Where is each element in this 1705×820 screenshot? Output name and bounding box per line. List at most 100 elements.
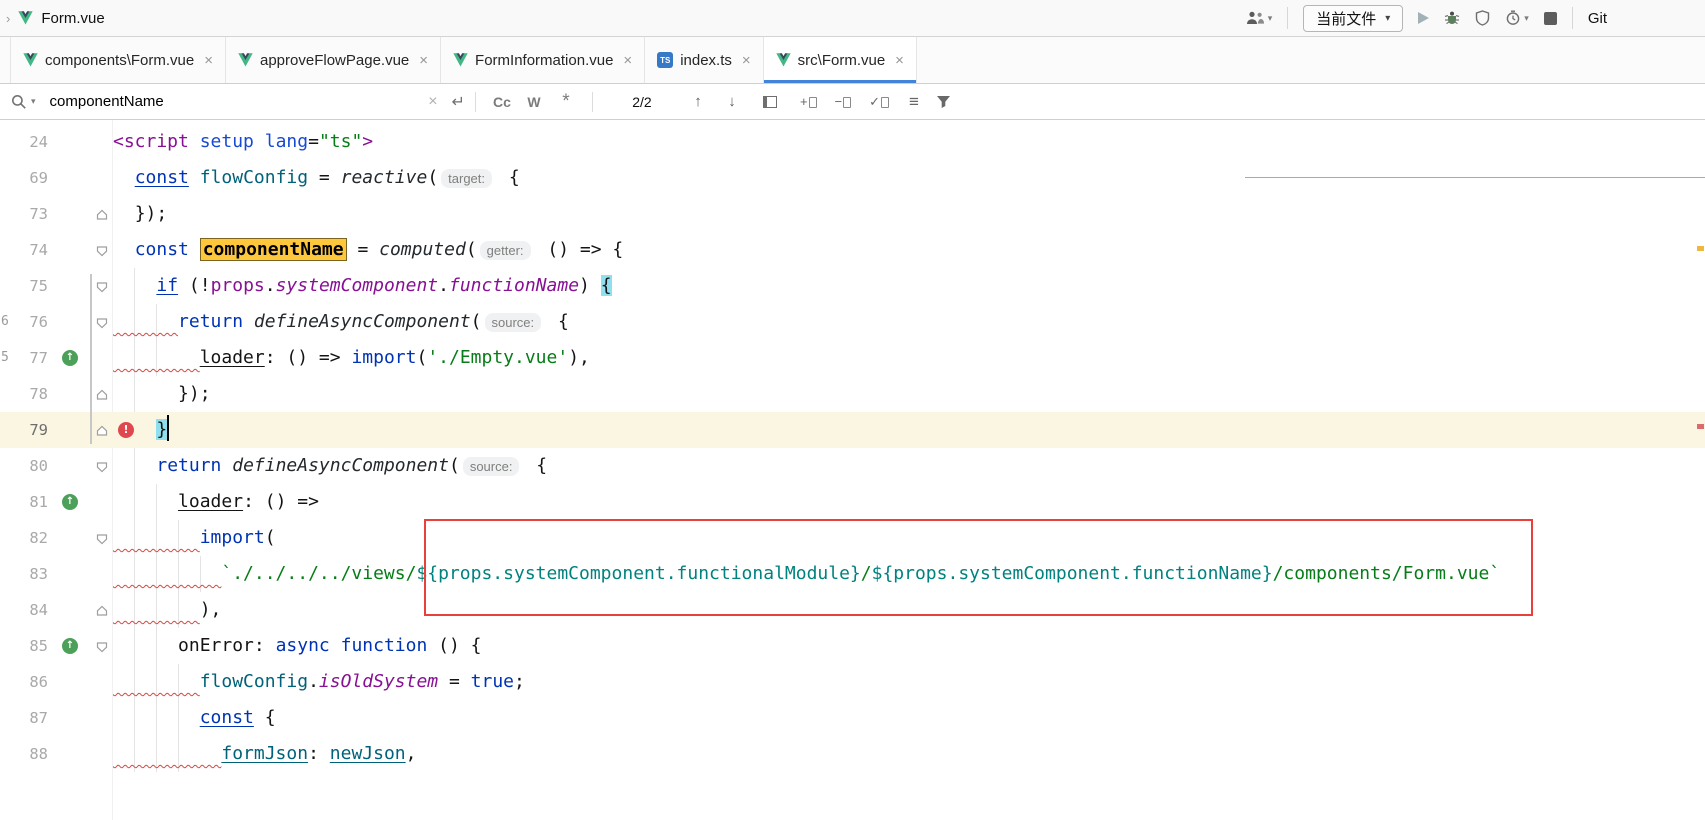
vue-file-icon [453,53,468,67]
tab-components-Form.vue[interactable]: components\Form.vue× [10,37,226,83]
line-number[interactable]: 88 [0,736,48,772]
tab-FormInformation.vue[interactable]: FormInformation.vue× [441,37,645,83]
debug-button[interactable] [1444,10,1460,26]
breadcrumb-file[interactable]: Form.vue [41,10,104,27]
fold-marker-icon[interactable] [96,424,108,436]
git-menu[interactable]: Git [1588,10,1607,27]
code-line-24[interactable]: 24<script setup lang="ts"> [0,124,1705,160]
stop-button[interactable] [1544,12,1557,25]
code-line-78[interactable]: 78 }); [0,376,1705,412]
tab-src-Form.vue[interactable]: src\Form.vue× [764,37,917,83]
code-line-82[interactable]: 82 import( [0,520,1705,556]
token: { [498,167,520,188]
code-line-81[interactable]: 81↑ loader: () => [0,484,1705,520]
clear-search-icon[interactable]: × [428,93,437,111]
run-button[interactable] [1418,12,1429,24]
code-line-80[interactable]: 80 return defineAsyncComponent(source: { [0,448,1705,484]
match-case-toggle[interactable]: Cc [486,94,518,110]
line-number[interactable]: 73 [0,196,48,232]
regex-toggle[interactable]: * [550,91,582,113]
code-line-86[interactable]: 86 flowConfig.isOldSystem = true; [0,664,1705,700]
filter-button[interactable] [936,95,951,109]
line-number[interactable]: 82 [0,520,48,556]
close-icon[interactable]: × [895,52,904,69]
line-number[interactable]: 24 [0,124,48,160]
line-number[interactable]: 87 [0,700,48,736]
token: "ts" [319,131,362,152]
fold-marker-icon[interactable] [96,208,108,220]
coverage-button[interactable] [1475,10,1490,26]
line-number[interactable]: 79 [0,412,48,448]
code-line-73[interactable]: 73 }); [0,196,1705,232]
code-with-me-button[interactable]: ▾ [1246,11,1273,25]
tab-index.ts[interactable]: TSindex.ts× [645,37,763,83]
fold-marker-icon[interactable] [96,244,108,256]
code-editor[interactable]: 24<script setup lang="ts">69 const flowC… [0,120,1705,820]
code-line-74[interactable]: 74 const componentName = computed(getter… [0,232,1705,268]
fold-marker-icon[interactable] [96,388,108,400]
toolbar-divider [1287,7,1288,29]
line-number[interactable]: 75 [0,268,48,304]
code-line-85[interactable]: 85↑ onError: async function () { [0,628,1705,664]
previous-match-button[interactable]: ↑ [681,93,715,110]
insert-newline-button[interactable]: ↵ [452,92,465,112]
whole-words-toggle[interactable]: W [518,94,550,110]
code-lines: 24<script setup lang="ts">69 const flowC… [0,124,1705,772]
code-line-79[interactable]: 79! } [0,412,1705,448]
add-occurrence-button[interactable]: + [800,96,817,108]
code-line-76[interactable]: 676 return defineAsyncComponent(source: … [0,304,1705,340]
code-line-83[interactable]: 83 `./../../../views/${props.systemCompo… [0,556,1705,592]
error-icon[interactable]: ! [118,422,134,438]
search-history-dropdown[interactable]: ▾ [10,93,36,111]
gutter-marker-icon[interactable]: ↑ [62,350,78,366]
remove-occurrence-button[interactable]: − [835,96,852,108]
fold-marker-icon[interactable] [96,604,108,616]
next-match-button[interactable]: ↓ [715,93,749,110]
token: defineAsyncComponent [232,455,449,476]
gutter-marker-icon[interactable]: ↑ [62,638,78,654]
line-number[interactable]: 86 [0,664,48,700]
tab-approveFlowPage.vue[interactable]: approveFlowPage.vue× [226,37,441,83]
code-line-88[interactable]: 88 formJson: newJson, [0,736,1705,772]
search-options-button[interactable]: ≡ [909,92,919,112]
code-text: `./../../../views/${props.systemComponen… [0,556,1705,592]
line-number[interactable]: 76 [0,304,48,340]
run-config-selector[interactable]: 当前文件 ▾ [1303,5,1403,32]
search-input[interactable]: componentName × [36,93,438,111]
code-line-84[interactable]: 84 ), [0,592,1705,628]
fold-marker-icon[interactable] [96,316,108,328]
line-number[interactable]: 81 [0,484,48,520]
line-number[interactable]: 78 [0,376,48,412]
code-line-87[interactable]: 87 const { [0,700,1705,736]
line-number[interactable]: 84 [0,592,48,628]
close-icon[interactable]: × [419,52,428,69]
scrollbar-error-mark[interactable] [1697,424,1704,429]
profiler-button[interactable]: ▾ [1505,10,1529,26]
line-number[interactable]: 69 [0,160,48,196]
line-number[interactable]: 74 [0,232,48,268]
line-number[interactable]: 85 [0,628,48,664]
fold-marker-icon[interactable] [96,460,108,472]
open-in-find-window-button[interactable] [763,96,777,108]
code-line-69[interactable]: 69 const flowConfig = reactive(target: { [0,160,1705,196]
fold-marker-icon[interactable] [96,532,108,544]
token: const [135,239,189,260]
code-line-77[interactable]: 577↑ loader: () => import('./Empty.vue')… [0,340,1705,376]
gutter-marker-icon[interactable]: ↑ [62,494,78,510]
token: /components/Form.vue` [1273,563,1501,584]
code-line-75[interactable]: 75 if (!props.systemComponent.functionNa… [0,268,1705,304]
code-text: return defineAsyncComponent(source: { [0,304,1705,341]
line-number[interactable]: 77 [0,340,48,376]
close-icon[interactable]: × [742,52,751,69]
fold-marker-icon[interactable] [96,280,108,292]
token [189,167,200,188]
close-icon[interactable]: × [204,52,213,69]
token [113,707,200,728]
scrollbar-match-mark[interactable] [1697,246,1704,251]
line-number[interactable]: 80 [0,448,48,484]
select-all-occurrences-button[interactable]: ✓ [869,96,889,108]
line-number[interactable]: 83 [0,556,48,592]
fold-marker-icon[interactable] [96,640,108,652]
close-icon[interactable]: × [623,52,632,69]
code-text: return defineAsyncComponent(source: { [0,448,1705,485]
